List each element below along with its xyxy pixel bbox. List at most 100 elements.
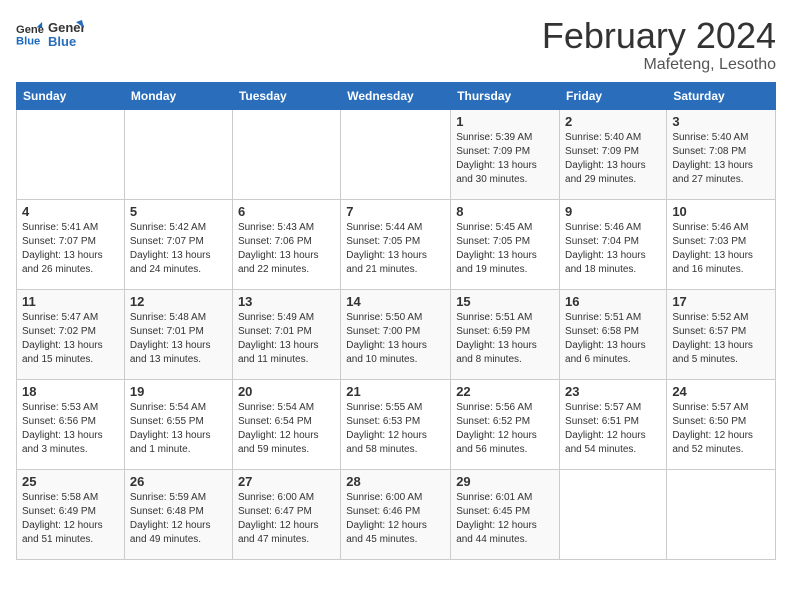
week-row-2: 11Sunrise: 5:47 AM Sunset: 7:02 PM Dayli… xyxy=(17,289,776,379)
day-detail: Sunrise: 5:54 AM Sunset: 6:54 PM Dayligh… xyxy=(238,401,335,457)
day-detail: Sunrise: 5:59 AM Sunset: 6:48 PM Dayligh… xyxy=(130,491,227,547)
day-detail: Sunrise: 5:45 AM Sunset: 7:05 PM Dayligh… xyxy=(456,221,554,277)
calendar-cell xyxy=(341,109,451,199)
month-title: February 2024 xyxy=(542,16,776,56)
calendar-cell xyxy=(560,469,667,559)
day-number: 6 xyxy=(238,204,335,219)
calendar-cell: 26 Sunrise: 5:59 AM Sunset: 6:48 PM Dayli… xyxy=(124,469,232,559)
calendar-cell xyxy=(124,109,232,199)
calendar-cell: 5Sunrise: 5:42 AM Sunset: 7:07 PM Daylig… xyxy=(124,199,232,289)
week-row-1: 4 Sunrise: 5:41 AM Sunset: 7:07 PM Daylig… xyxy=(17,199,776,289)
calendar-cell: 6 Sunrise: 5:43 AM Sunset: 7:06 PM Daylig… xyxy=(232,199,340,289)
calendar-cell: 19 Sunrise: 5:54 AM Sunset: 6:55 PM Dayli… xyxy=(124,379,232,469)
day-detail: Sunrise: 5:48 AM Sunset: 7:01 PM Dayligh… xyxy=(130,311,227,367)
calendar-cell xyxy=(232,109,340,199)
day-detail: Sunrise: 5:40 AM Sunset: 7:08 PM Dayligh… xyxy=(672,131,770,187)
day-number: 19 xyxy=(130,384,227,399)
calendar-cell: 2 Sunrise: 5:40 AM Sunset: 7:09 PM Daylig… xyxy=(560,109,667,199)
day-detail: Sunrise: 5:54 AM Sunset: 6:55 PM Dayligh… xyxy=(130,401,227,457)
title-area: February 2024 Mafeteng, Lesotho xyxy=(542,16,776,74)
calendar-cell xyxy=(667,469,776,559)
calendar-cell: 18Sunrise: 5:53 AM Sunset: 6:56 PM Dayli… xyxy=(17,379,125,469)
day-number: 26 xyxy=(130,474,227,489)
calendar-cell: 20 Sunrise: 5:54 AM Sunset: 6:54 PM Dayli… xyxy=(232,379,340,469)
header-sunday: Sunday xyxy=(17,82,125,109)
day-detail: Sunrise: 6:00 AM Sunset: 6:47 PM Dayligh… xyxy=(238,491,335,547)
calendar-cell xyxy=(17,109,125,199)
header-friday: Friday xyxy=(560,82,667,109)
calendar-cell: 11Sunrise: 5:47 AM Sunset: 7:02 PM Dayli… xyxy=(17,289,125,379)
header-wednesday: Wednesday xyxy=(341,82,451,109)
day-detail: Sunrise: 5:40 AM Sunset: 7:09 PM Dayligh… xyxy=(565,131,661,187)
calendar-table: SundayMondayTuesdayWednesdayThursdayFrid… xyxy=(16,82,776,560)
week-row-0: 1 Sunrise: 5:39 AM Sunset: 7:09 PM Daylig… xyxy=(17,109,776,199)
calendar-cell: 7 Sunrise: 5:44 AM Sunset: 7:05 PM Daylig… xyxy=(341,199,451,289)
calendar-cell: 27 Sunrise: 6:00 AM Sunset: 6:47 PM Dayli… xyxy=(232,469,340,559)
day-number: 16 xyxy=(565,294,661,309)
calendar-cell: 29 Sunrise: 6:01 AM Sunset: 6:45 PM Dayli… xyxy=(451,469,560,559)
day-number: 1 xyxy=(456,114,554,129)
location-title: Mafeteng, Lesotho xyxy=(542,56,776,74)
day-detail: Sunrise: 5:41 AM Sunset: 7:07 PM Dayligh… xyxy=(22,221,119,277)
header-row: SundayMondayTuesdayWednesdayThursdayFrid… xyxy=(17,82,776,109)
header: General Blue General Blue February 2024 … xyxy=(16,16,776,74)
calendar-cell: 15Sunrise: 5:51 AM Sunset: 6:59 PM Dayli… xyxy=(451,289,560,379)
day-number: 10 xyxy=(672,204,770,219)
header-monday: Monday xyxy=(124,82,232,109)
day-number: 15 xyxy=(456,294,554,309)
calendar-cell: 1 Sunrise: 5:39 AM Sunset: 7:09 PM Daylig… xyxy=(451,109,560,199)
day-detail: Sunrise: 6:01 AM Sunset: 6:45 PM Dayligh… xyxy=(456,491,554,547)
day-number: 9 xyxy=(565,204,661,219)
day-detail: Sunrise: 5:47 AM Sunset: 7:02 PM Dayligh… xyxy=(22,311,119,367)
calendar-cell: 17 Sunrise: 5:52 AM Sunset: 6:57 PM Dayli… xyxy=(667,289,776,379)
day-detail: Sunrise: 5:42 AM Sunset: 7:07 PM Dayligh… xyxy=(130,221,227,277)
logo-svg: General Blue xyxy=(48,16,84,52)
day-number: 29 xyxy=(456,474,554,489)
calendar-cell: 22 Sunrise: 5:56 AM Sunset: 6:52 PM Dayli… xyxy=(451,379,560,469)
calendar-cell: 4 Sunrise: 5:41 AM Sunset: 7:07 PM Daylig… xyxy=(17,199,125,289)
header-saturday: Saturday xyxy=(667,82,776,109)
calendar-cell: 28Sunrise: 6:00 AM Sunset: 6:46 PM Dayli… xyxy=(341,469,451,559)
logo-icon: General Blue xyxy=(16,20,44,48)
week-row-3: 18Sunrise: 5:53 AM Sunset: 6:56 PM Dayli… xyxy=(17,379,776,469)
day-detail: Sunrise: 5:39 AM Sunset: 7:09 PM Dayligh… xyxy=(456,131,554,187)
day-number: 12 xyxy=(130,294,227,309)
day-detail: Sunrise: 5:46 AM Sunset: 7:04 PM Dayligh… xyxy=(565,221,661,277)
calendar-cell: 21Sunrise: 5:55 AM Sunset: 6:53 PM Dayli… xyxy=(341,379,451,469)
day-detail: Sunrise: 5:46 AM Sunset: 7:03 PM Dayligh… xyxy=(672,221,770,277)
day-number: 3 xyxy=(672,114,770,129)
calendar-cell: 8 Sunrise: 5:45 AM Sunset: 7:05 PM Daylig… xyxy=(451,199,560,289)
svg-text:Blue: Blue xyxy=(16,35,40,47)
calendar-cell: 23Sunrise: 5:57 AM Sunset: 6:51 PM Dayli… xyxy=(560,379,667,469)
day-detail: Sunrise: 5:52 AM Sunset: 6:57 PM Dayligh… xyxy=(672,311,770,367)
day-number: 24 xyxy=(672,384,770,399)
day-number: 4 xyxy=(22,204,119,219)
calendar-cell: 24 Sunrise: 5:57 AM Sunset: 6:50 PM Dayli… xyxy=(667,379,776,469)
day-detail: Sunrise: 5:43 AM Sunset: 7:06 PM Dayligh… xyxy=(238,221,335,277)
day-number: 20 xyxy=(238,384,335,399)
calendar-cell: 3 Sunrise: 5:40 AM Sunset: 7:08 PM Daylig… xyxy=(667,109,776,199)
day-number: 17 xyxy=(672,294,770,309)
day-detail: Sunrise: 5:51 AM Sunset: 6:58 PM Dayligh… xyxy=(565,311,661,367)
day-detail: Sunrise: 5:58 AM Sunset: 6:49 PM Dayligh… xyxy=(22,491,119,547)
logo: General Blue General Blue xyxy=(16,16,84,52)
day-detail: Sunrise: 5:57 AM Sunset: 6:50 PM Dayligh… xyxy=(672,401,770,457)
day-number: 18 xyxy=(22,384,119,399)
day-number: 7 xyxy=(346,204,445,219)
calendar-cell: 25Sunrise: 5:58 AM Sunset: 6:49 PM Dayli… xyxy=(17,469,125,559)
calendar-cell: 14 Sunrise: 5:50 AM Sunset: 7:00 PM Dayli… xyxy=(341,289,451,379)
day-number: 27 xyxy=(238,474,335,489)
calendar-cell: 10 Sunrise: 5:46 AM Sunset: 7:03 PM Dayli… xyxy=(667,199,776,289)
day-detail: Sunrise: 5:50 AM Sunset: 7:00 PM Dayligh… xyxy=(346,311,445,367)
day-number: 8 xyxy=(456,204,554,219)
calendar-cell: 16 Sunrise: 5:51 AM Sunset: 6:58 PM Dayli… xyxy=(560,289,667,379)
calendar-cell: 9 Sunrise: 5:46 AM Sunset: 7:04 PM Daylig… xyxy=(560,199,667,289)
day-number: 22 xyxy=(456,384,554,399)
day-number: 14 xyxy=(346,294,445,309)
day-detail: Sunrise: 5:44 AM Sunset: 7:05 PM Dayligh… xyxy=(346,221,445,277)
day-detail: Sunrise: 5:56 AM Sunset: 6:52 PM Dayligh… xyxy=(456,401,554,457)
day-detail: Sunrise: 5:55 AM Sunset: 6:53 PM Dayligh… xyxy=(346,401,445,457)
day-number: 2 xyxy=(565,114,661,129)
svg-text:Blue: Blue xyxy=(48,34,76,49)
day-number: 28 xyxy=(346,474,445,489)
